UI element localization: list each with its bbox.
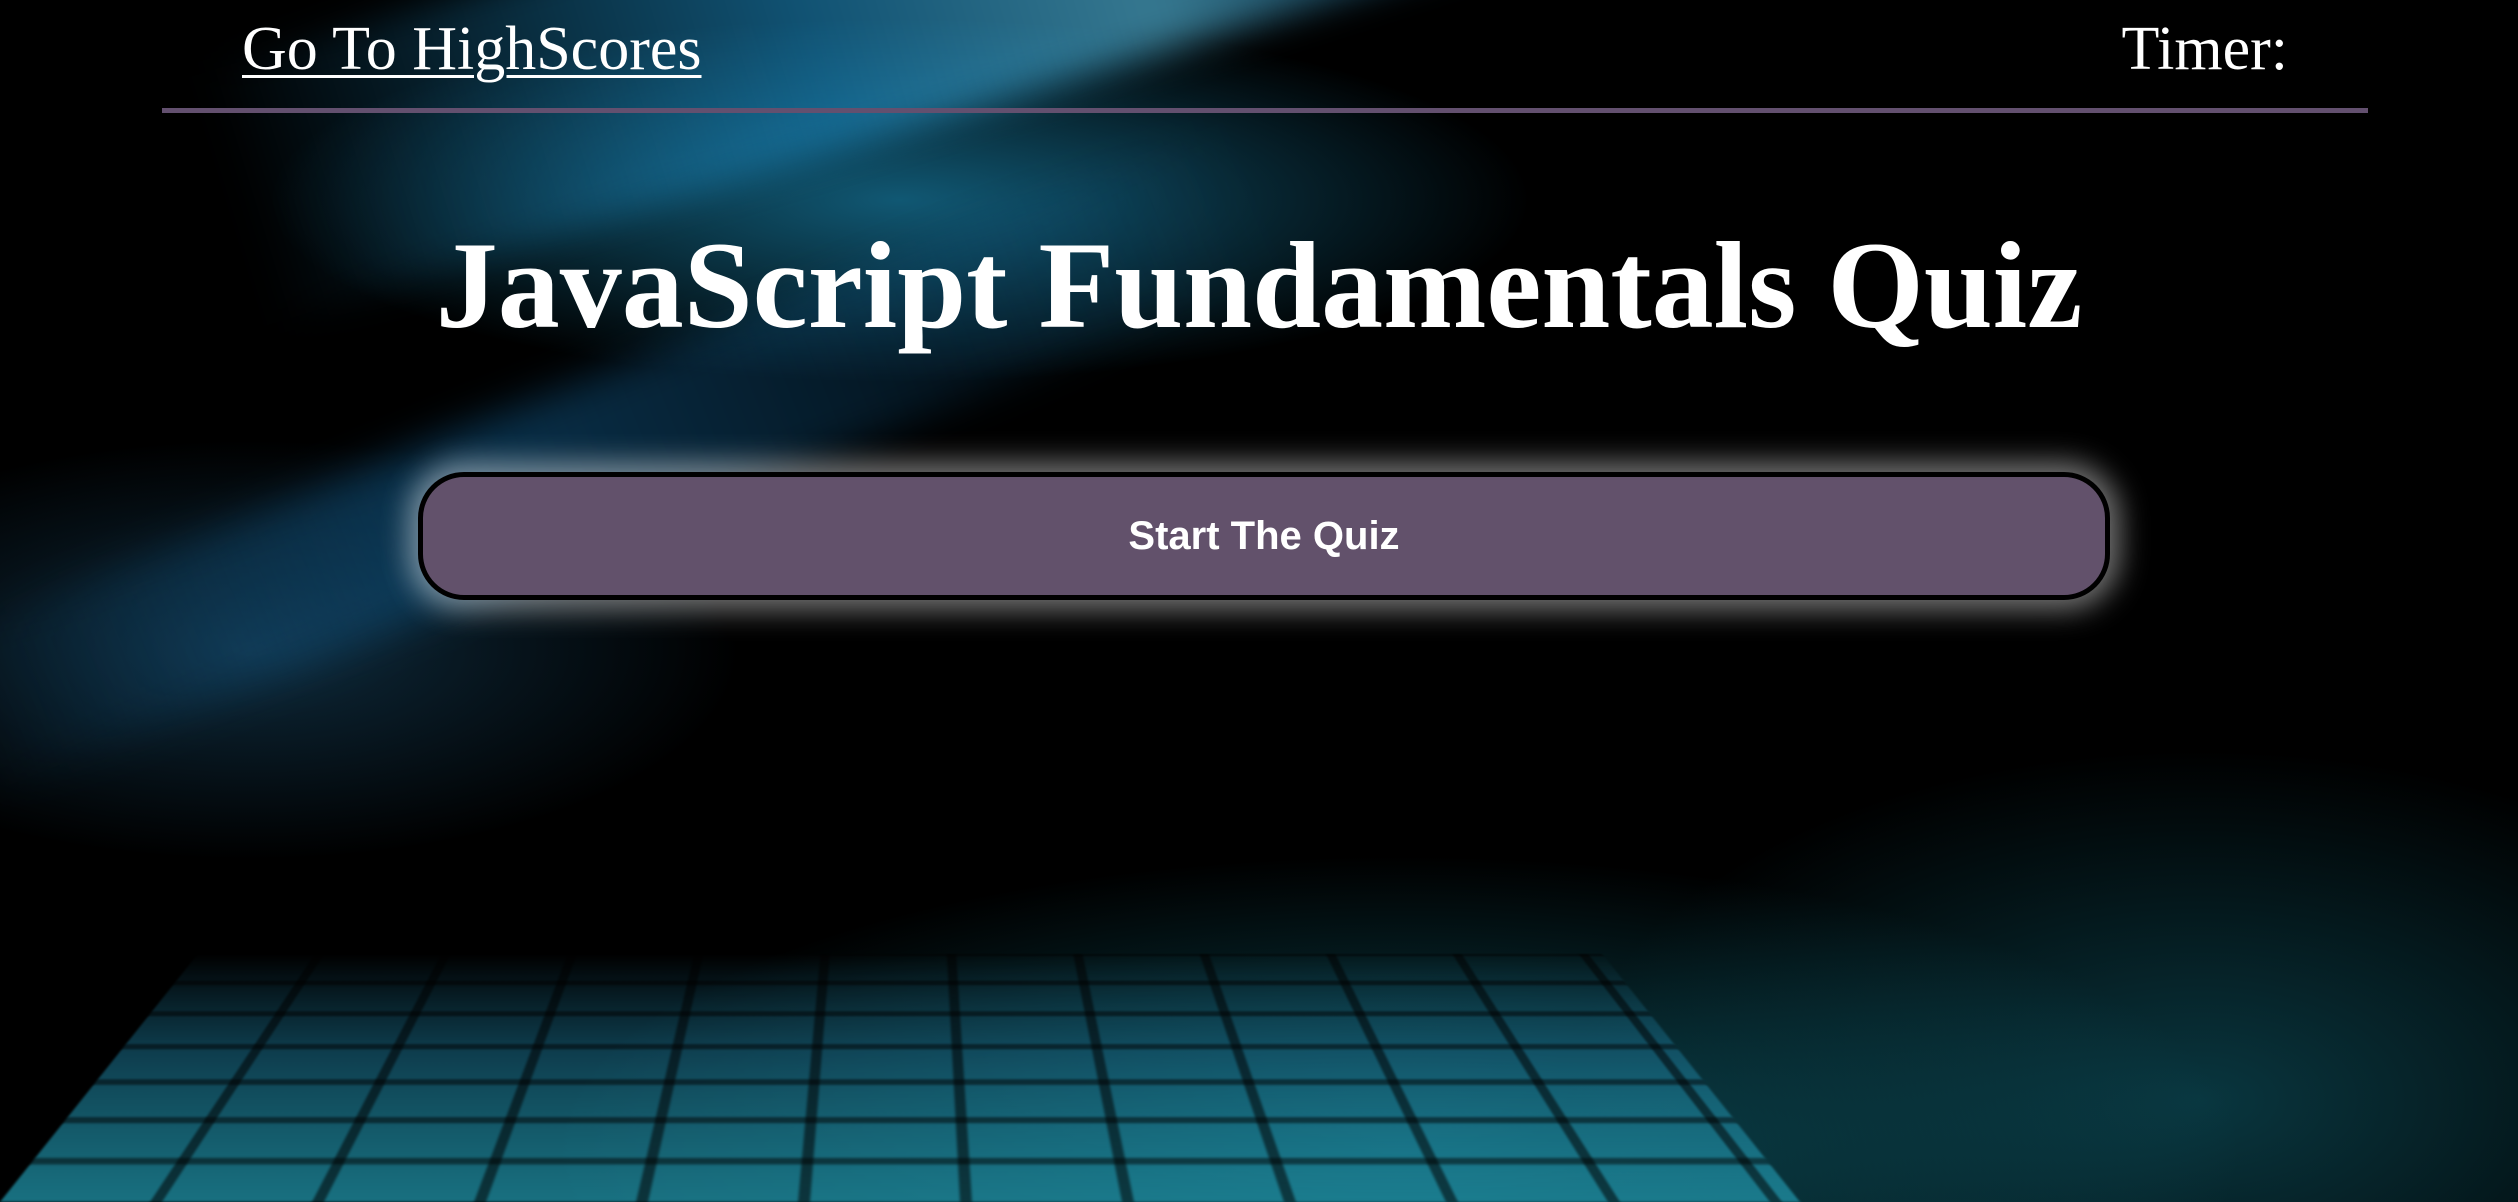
background-image — [0, 0, 2518, 1202]
start-quiz-button[interactable]: Start The Quiz — [418, 472, 2110, 600]
background-keyboard — [0, 953, 1800, 1202]
top-header: Go To HighScores Timer: — [162, 0, 2368, 113]
page-title: JavaScript Fundamentals Quiz — [435, 217, 2083, 354]
highscores-link[interactable]: Go To HighScores — [242, 14, 702, 85]
timer-label: Timer: — [2121, 15, 2288, 83]
